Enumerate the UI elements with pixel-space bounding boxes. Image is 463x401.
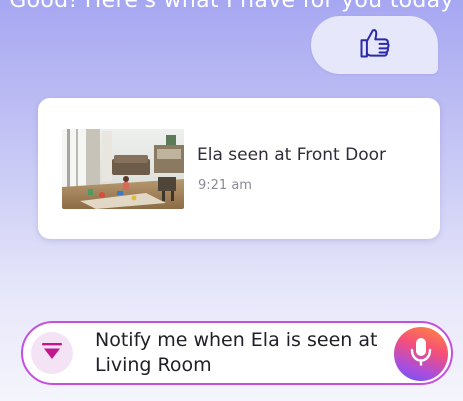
- thumbs-up-icon: [357, 25, 393, 65]
- microphone-button[interactable]: [394, 327, 448, 381]
- filter-button[interactable]: [31, 332, 73, 374]
- voice-input-bar[interactable]: Notify me when Ela is seen at Living Roo…: [21, 321, 453, 385]
- event-card[interactable]: Ela seen at Front Door 9:21 am: [38, 98, 440, 239]
- event-title: Ela seen at Front Door: [197, 145, 387, 165]
- microphone-icon: [409, 336, 433, 372]
- event-thumbnail[interactable]: [62, 129, 184, 209]
- voice-query-text: Notify me when Ela is seen at Living Roo…: [95, 329, 378, 376]
- filter-icon: [41, 341, 63, 365]
- event-time: 9:21 am: [198, 178, 252, 193]
- reply-bubble: [311, 16, 438, 74]
- header-text: Good! Here's what I have for you today: [9, 0, 454, 13]
